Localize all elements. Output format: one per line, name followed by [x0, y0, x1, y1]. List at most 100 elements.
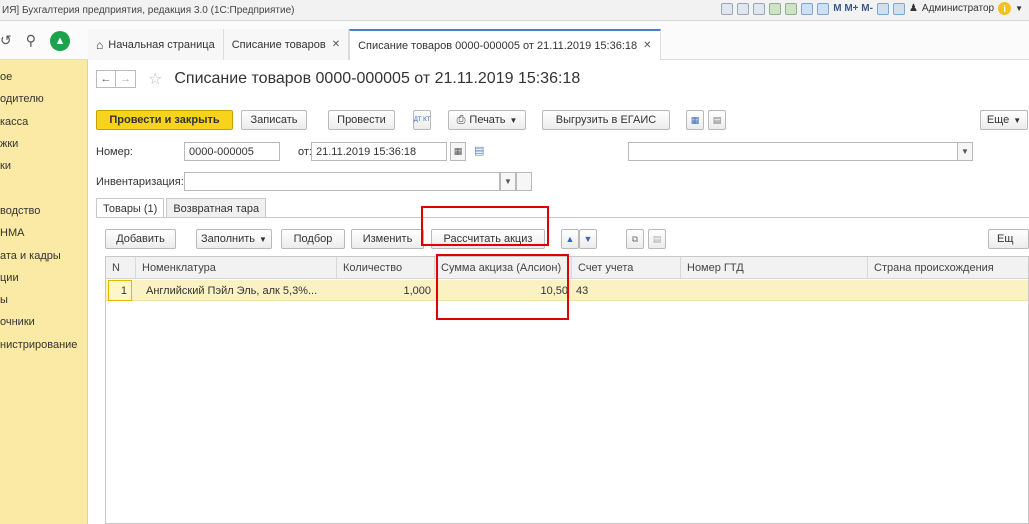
- print-label: Печать: [469, 114, 506, 126]
- post-and-close-button[interactable]: Провести и закрыть: [96, 110, 233, 130]
- open-tabs: ⌂ Начальная страница Списание товаров ✕ …: [88, 29, 661, 60]
- sidebar-item[interactable]: одителю: [0, 88, 87, 110]
- document-form: ← → ☆ Списание товаров 0000-000005 от 21…: [88, 60, 1029, 524]
- column-header[interactable]: Номер ГТД: [681, 257, 868, 279]
- preview-icon[interactable]: [753, 2, 766, 15]
- structure-icon[interactable]: ▦: [686, 110, 704, 130]
- row-number[interactable]: 1: [108, 280, 132, 301]
- chevron-down-icon: ▼: [1013, 115, 1022, 125]
- table-icon[interactable]: [801, 2, 814, 15]
- comment-icon[interactable]: ▤: [474, 144, 484, 157]
- grid-icon[interactable]: [721, 2, 734, 15]
- add-row-button[interactable]: Добавить: [105, 229, 176, 249]
- chevron-down-icon[interactable]: ▼: [500, 172, 516, 191]
- move-down-icon[interactable]: ▼: [579, 229, 597, 249]
- tab-writeoff-document[interactable]: Списание товаров 0000-000005 от 21.11.20…: [349, 29, 661, 60]
- number-field[interactable]: 0000-000005: [184, 142, 280, 161]
- zoom-icon[interactable]: [876, 2, 889, 15]
- fill-label: Заполнить: [201, 233, 256, 245]
- date-value: 21.11.2019 15:36:18: [316, 145, 417, 158]
- close-icon[interactable]: ✕: [643, 40, 651, 51]
- egais-upload-button[interactable]: Выгрузить в ЕГАИС: [542, 110, 670, 130]
- info-icon[interactable]: i: [998, 2, 1012, 15]
- select-button[interactable]: Подбор: [281, 229, 345, 249]
- sidebar-item[interactable]: нистрирование: [0, 334, 87, 356]
- calendar-icon[interactable]: [817, 2, 830, 15]
- save-icon[interactable]: [769, 2, 782, 15]
- table-more-button[interactable]: Ещ: [988, 229, 1029, 249]
- tab-goods[interactable]: Товары (1): [96, 198, 165, 218]
- paste-icon[interactable]: ▤: [648, 229, 666, 249]
- print-icon[interactable]: [737, 2, 750, 15]
- list-icon[interactable]: ▤: [708, 110, 726, 130]
- column-header[interactable]: Страна происхождения: [868, 257, 1029, 279]
- titlebar-tools: M M+ M- ♟ Администратор i ▼: [721, 2, 1023, 15]
- inventory-field[interactable]: [184, 172, 500, 191]
- sidebar-item[interactable]: НМА: [0, 222, 87, 244]
- post-button[interactable]: Провести: [328, 110, 395, 130]
- search-icon[interactable]: ⚲: [26, 32, 36, 49]
- window-titlebar: ИЯ] Бухгалтерия предприятия, редакция 3.…: [0, 0, 1029, 21]
- history-icon[interactable]: ↺: [0, 32, 12, 49]
- more-button[interactable]: Еще ▼: [980, 110, 1028, 130]
- open-button[interactable]: [516, 172, 532, 191]
- window-title: ИЯ] Бухгалтерия предприятия, редакция 3.…: [2, 4, 295, 16]
- save-button[interactable]: Записать: [241, 110, 307, 130]
- notification-icon[interactable]: ▲: [50, 30, 70, 51]
- number-label: Номер:: [96, 146, 133, 158]
- favorite-star-icon[interactable]: ☆: [148, 69, 162, 89]
- sidebar-item[interactable]: ое: [0, 66, 87, 88]
- fill-button[interactable]: Заполнить ▼: [196, 229, 272, 249]
- cell-account[interactable]: 43: [572, 280, 681, 301]
- chevron-down-icon[interactable]: ▼: [1015, 4, 1023, 13]
- chevron-down-icon[interactable]: ▼: [957, 142, 973, 161]
- cell-country[interactable]: [868, 280, 1029, 301]
- sidebar-item[interactable]: касса: [0, 111, 87, 133]
- sidebar-item[interactable]: ата и кадры: [0, 244, 87, 266]
- memory-buttons[interactable]: M M+ M-: [833, 3, 873, 14]
- more-label: Еще: [986, 114, 1010, 126]
- sidebar-item[interactable]: [0, 177, 87, 199]
- tab-home[interactable]: ⌂ Начальная страница: [88, 29, 224, 60]
- print-button[interactable]: ⎙ Печать ▼: [448, 110, 526, 130]
- close-icon[interactable]: ✕: [332, 39, 340, 50]
- user-icon: ♟: [908, 3, 918, 14]
- column-header[interactable]: N: [106, 257, 136, 279]
- tab-returnable-packaging[interactable]: Возвратная тара: [166, 198, 267, 218]
- move-up-icon[interactable]: ▲: [561, 229, 579, 249]
- user-name[interactable]: Администратор: [922, 3, 994, 14]
- refresh-icon[interactable]: [785, 2, 798, 15]
- sidebar-item[interactable]: очники: [0, 311, 87, 333]
- inventory-label: Инвентаризация:: [96, 176, 184, 188]
- nav-bar: ↺ ⚲ ▲ ⌂ Начальная страница Списание това…: [0, 21, 1029, 60]
- calendar-icon[interactable]: ▦: [450, 142, 466, 161]
- nav-tools: ↺ ⚲ ▲: [0, 21, 88, 60]
- change-button[interactable]: Изменить: [351, 229, 424, 249]
- sidebar-item[interactable]: ки: [0, 155, 87, 177]
- sidebar-item[interactable]: ции: [0, 267, 87, 289]
- cell-nomenclature[interactable]: Английский Пэйл Эль, алк 5,3%...: [142, 280, 337, 301]
- page-title: Списание товаров 0000-000005 от 21.11.20…: [174, 70, 581, 87]
- column-header[interactable]: Счет учета: [572, 257, 681, 279]
- forward-button[interactable]: →: [116, 70, 136, 88]
- sidebar-item[interactable]: водство: [0, 200, 87, 222]
- form-subtabs: Товары (1) Возвратная тара: [96, 198, 268, 218]
- chevron-down-icon: ▼: [259, 234, 267, 244]
- back-button[interactable]: ←: [96, 70, 116, 88]
- tab-writeoff-list[interactable]: Списание товаров ✕: [223, 29, 350, 60]
- highlight-calculate-excise: [421, 206, 549, 246]
- column-header[interactable]: Количество: [337, 257, 435, 279]
- tab-label: Списание товаров: [231, 38, 326, 51]
- cell-gtd-number[interactable]: [681, 280, 868, 301]
- sidebar-item[interactable]: ы: [0, 289, 87, 311]
- organization-field[interactable]: [628, 142, 958, 161]
- form-header: ← → ☆ Списание товаров 0000-000005 от 21…: [96, 69, 580, 89]
- date-label: от:: [298, 146, 312, 158]
- dtkt-icon[interactable]: ДТ КТ: [413, 110, 431, 130]
- copy-icon[interactable]: ⧉: [626, 229, 644, 249]
- column-header[interactable]: Номенклатура: [136, 257, 337, 279]
- sidebar-item[interactable]: жки: [0, 133, 87, 155]
- cell-quantity[interactable]: 1,000: [337, 280, 435, 301]
- date-field[interactable]: 21.11.2019 15:36:18: [311, 142, 447, 161]
- window-icon[interactable]: [892, 2, 905, 15]
